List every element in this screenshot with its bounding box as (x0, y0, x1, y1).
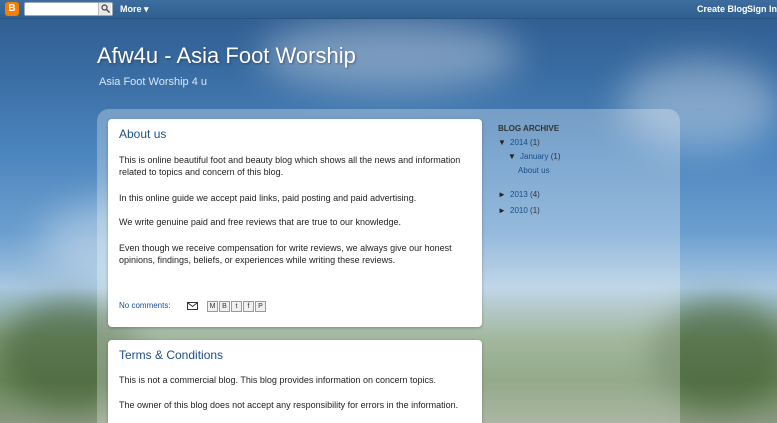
create-blog-link[interactable]: Create Blog (697, 4, 748, 14)
archive-count: (1) (530, 138, 540, 147)
search-icon (101, 4, 110, 13)
archive-count: (4) (530, 190, 540, 199)
post-paragraph: This is online beautiful foot and beauty… (119, 155, 461, 177)
expand-icon[interactable]: ► (498, 190, 510, 199)
archive-year-2014[interactable]: ▼ 2014 (1) (498, 138, 540, 147)
expand-icon[interactable]: ► (498, 206, 510, 215)
sidebar-title: BLOG ARCHIVE (498, 124, 560, 133)
more-menu[interactable]: More ▾ (120, 4, 149, 15)
blogger-navbar: B More ▾ Create Blog Sign In (0, 0, 777, 19)
post: Terms & Conditions This is not a commerc… (108, 340, 482, 423)
comments-link[interactable]: No comments: (119, 301, 171, 310)
email-icon[interactable]: M (207, 301, 218, 312)
collapse-icon[interactable]: ▼ (508, 152, 520, 161)
post-paragraph: We write genuine paid and free reviews t… (119, 217, 401, 227)
archive-post-link[interactable]: About us (518, 166, 550, 175)
archive-label[interactable]: 2010 (510, 206, 528, 215)
archive-label[interactable]: About us (518, 166, 550, 175)
post-paragraph: This is not a commercial blog. This blog… (119, 375, 436, 385)
blogger-logo-icon[interactable]: B (5, 2, 19, 16)
search-input[interactable] (27, 3, 99, 15)
archive-label[interactable]: 2013 (510, 190, 528, 199)
post-title[interactable]: Terms & Conditions (119, 348, 223, 362)
pinterest-icon[interactable]: P (255, 301, 266, 312)
collapse-icon[interactable]: ▼ (498, 138, 510, 147)
archive-year-2010[interactable]: ► 2010 (1) (498, 206, 540, 215)
email-post-icon[interactable] (187, 302, 198, 310)
archive-label[interactable]: 2014 (510, 138, 528, 147)
sign-in-link[interactable]: Sign In (747, 4, 777, 14)
archive-label[interactable]: January (520, 152, 548, 161)
twitter-icon[interactable]: t (231, 301, 242, 312)
post-paragraph: In this online guide we accept paid link… (119, 193, 417, 203)
blogthis-icon[interactable]: B (219, 301, 230, 312)
post-paragraph: The owner of this blog does not accept a… (119, 400, 459, 410)
archive-year-2013[interactable]: ► 2013 (4) (498, 190, 540, 199)
archive-count: (1) (530, 206, 540, 215)
post: About us This is online beautiful foot a… (108, 119, 482, 327)
share-buttons: M B t f P (207, 301, 266, 312)
facebook-icon[interactable]: f (243, 301, 254, 312)
blog-title[interactable]: Afw4u - Asia Foot Worship (97, 43, 356, 69)
search-button[interactable] (98, 3, 111, 15)
archive-count: (1) (550, 152, 561, 161)
post-title[interactable]: About us (119, 127, 166, 141)
search-box (24, 2, 113, 16)
blog-description: Asia Foot Worship 4 u (99, 76, 208, 88)
post-paragraph: Even though we receive compensation for … (119, 243, 452, 265)
archive-month-january[interactable]: ▼ January (1) (508, 152, 560, 161)
